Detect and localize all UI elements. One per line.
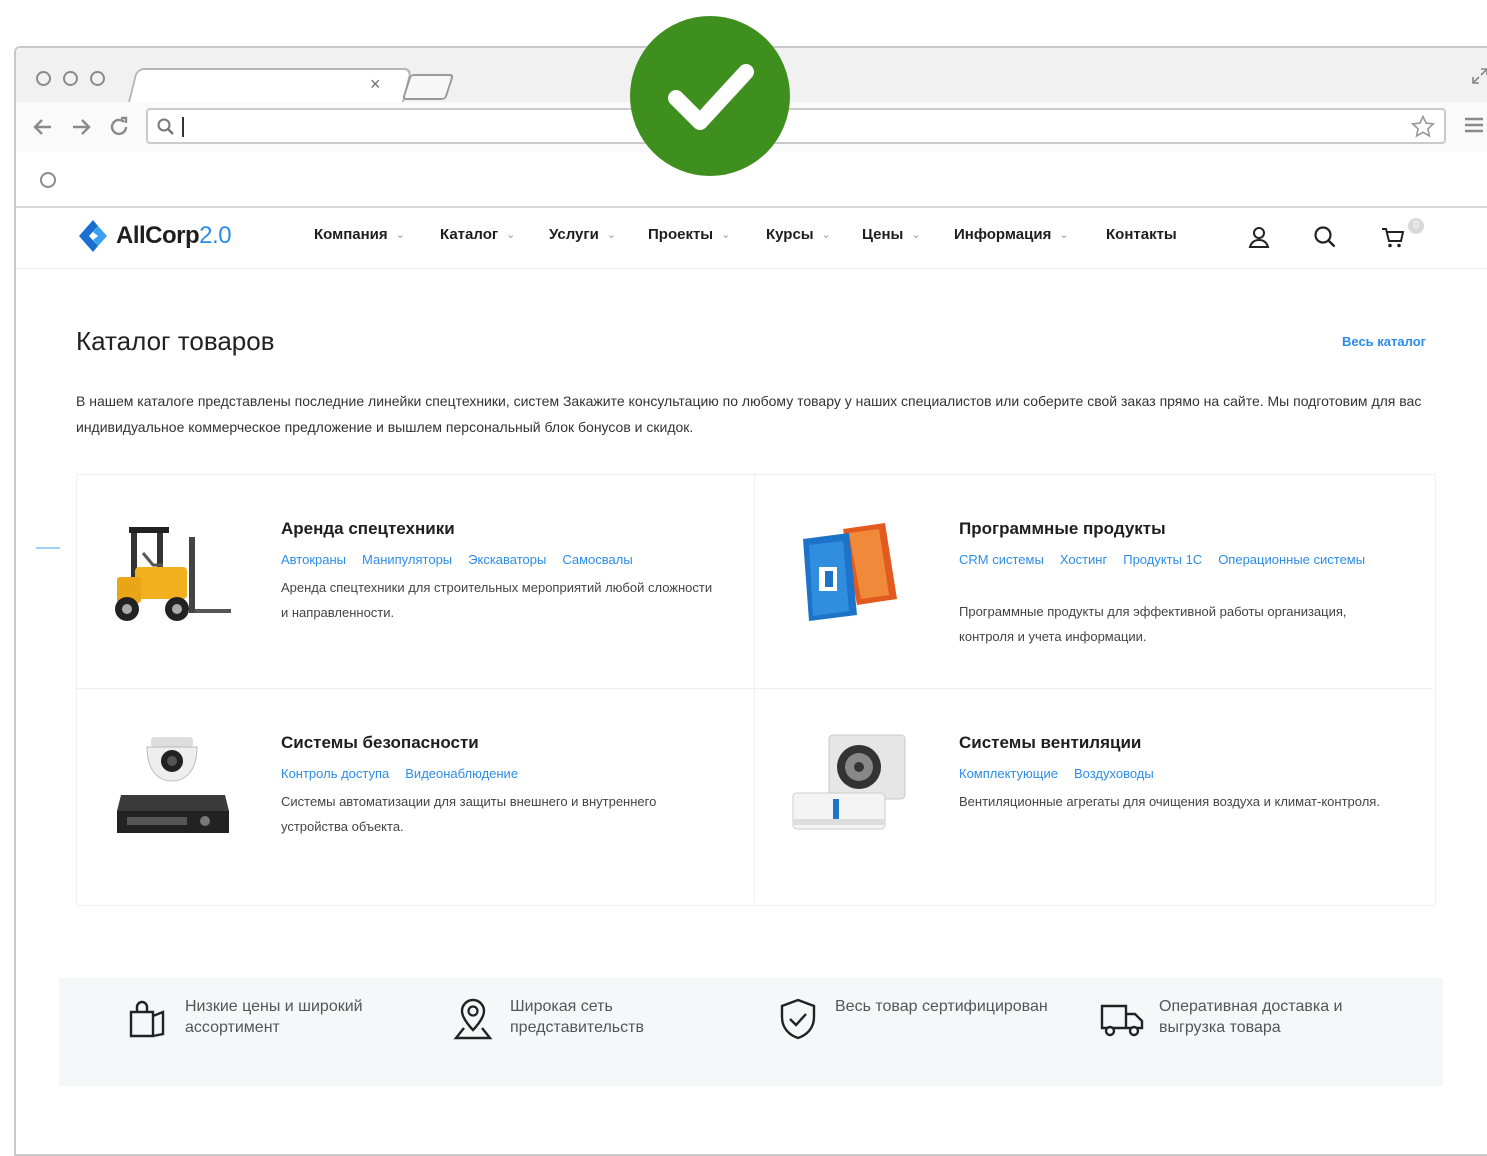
page-title: Каталог товаров <box>76 326 275 356</box>
chevron-down-icon: ⌄ <box>395 229 405 241</box>
bookmark-star-icon[interactable] <box>1410 114 1436 140</box>
category-title: Системы безопасности <box>281 733 479 752</box>
category-card-software[interactable]: Программные продукты CRM системы Хостинг П… <box>755 475 1433 689</box>
nav-label: Контакты <box>1106 226 1177 243</box>
user-icon[interactable] <box>1246 224 1272 250</box>
nav-label: Услуги <box>549 226 599 243</box>
benefit-text: Низкие цены и широкий ассортимент <box>185 998 363 1036</box>
category-card-ventilation[interactable]: Системы вентиляции Комплектующие Воздухов… <box>755 689 1433 903</box>
nav-label: Каталог <box>440 226 499 243</box>
nav-label: Информация <box>954 226 1052 243</box>
nav-item-information[interactable]: Информация ⌄ <box>954 226 1069 243</box>
nav-item-courses[interactable]: Курсы ⌄ <box>766 226 831 243</box>
category-link[interactable]: Комплектующие <box>959 766 1058 781</box>
cart-icon[interactable] <box>1380 224 1406 250</box>
category-description: Вентиляционные агрегаты для очищения воз… <box>959 794 1380 809</box>
benefit-text: Оперативная доставка и выгрузка товара <box>1159 998 1343 1036</box>
reload-icon[interactable] <box>106 114 132 140</box>
page-loading-icon <box>40 172 56 188</box>
nav-item-services[interactable]: Услуги ⌄ <box>549 226 616 243</box>
nav-item-company[interactable]: Компания ⌄ <box>314 226 405 243</box>
category-card-rental[interactable]: Аренда спецтехники Автокраны Манипуляторы… <box>77 475 755 689</box>
site-header: AllCorp2.0 Компания ⌄ Каталог ⌄ Услуги ⌄ Пр… <box>16 206 1487 269</box>
browser-menu-icon[interactable] <box>1462 114 1486 136</box>
category-link[interactable]: Видеонаблюдение <box>405 766 518 781</box>
category-link[interactable]: Продукты 1С <box>1123 552 1202 567</box>
window-maximize-dot[interactable] <box>90 71 105 86</box>
category-link[interactable]: Манипуляторы <box>362 552 452 567</box>
category-title: Системы вентиляции <box>959 733 1142 752</box>
search-icon <box>157 118 174 135</box>
category-link[interactable]: CRM системы <box>959 552 1044 567</box>
all-catalog-link[interactable]: Весь каталог <box>1342 334 1426 349</box>
success-check-icon <box>630 16 790 176</box>
category-link[interactable]: Хостинг <box>1060 552 1107 567</box>
camera-dvr-image <box>117 737 229 833</box>
category-card-security[interactable]: Системы безопасности Контроль доступа Вид… <box>77 689 755 903</box>
benefit-text: Широкая сеть представительств <box>510 998 644 1036</box>
nav-label: Проекты <box>648 226 714 243</box>
new-tab-button[interactable] <box>401 74 455 100</box>
forward-icon[interactable] <box>68 114 94 140</box>
category-link[interactable]: Операционные системы <box>1218 552 1365 567</box>
category-description: Системы автоматизации для защиты внешнег… <box>281 794 657 834</box>
category-links: Автокраны Манипуляторы Экскаваторы Самосвал… <box>281 547 721 572</box>
forklift-image <box>115 527 231 621</box>
fullscreen-icon[interactable] <box>1470 66 1487 86</box>
chevron-down-icon: ⌄ <box>721 229 731 241</box>
category-link[interactable]: Экскаваторы <box>468 552 546 567</box>
category-title: Аренда спецтехники <box>281 519 455 538</box>
category-links: Комплектующие Воздуховоды <box>959 761 1399 786</box>
chevron-down-icon: ⌄ <box>606 229 617 241</box>
cart-count-badge: 0 <box>1408 218 1424 234</box>
category-grid: Аренда спецтехники Автокраны Манипуляторы… <box>76 474 1436 906</box>
window-minimize-dot[interactable] <box>63 71 78 86</box>
category-title: Программные продукты <box>959 519 1166 538</box>
location-pin-icon <box>453 998 493 1040</box>
side-marker <box>36 547 60 549</box>
nav-label: Курсы <box>766 226 814 243</box>
catalog-intro: В нашем каталоге представлены последние … <box>76 393 1422 435</box>
logo-name: AllCorp <box>116 222 200 249</box>
logo-text: AllCorp2.0 <box>116 222 232 250</box>
truck-icon <box>1100 1004 1144 1037</box>
logo-icon <box>79 220 107 252</box>
category-link[interactable]: Воздуховоды <box>1074 766 1154 781</box>
nav-item-contacts[interactable]: Контакты <box>1106 226 1177 243</box>
shield-check-icon <box>780 998 816 1040</box>
category-links: CRM системы Хостинг Продукты 1С Операционны… <box>959 547 1365 572</box>
tab-close-icon[interactable]: × <box>370 74 381 95</box>
logo[interactable]: AllCorp2.0 <box>76 218 232 254</box>
address-bar[interactable] <box>146 108 1446 144</box>
nav-item-catalog[interactable]: Каталог ⌄ <box>440 226 515 243</box>
benefits-bar: Низкие цены и широкий ассортимент Широка… <box>59 978 1443 1086</box>
chevron-down-icon: ⌄ <box>1059 229 1069 241</box>
nav-item-prices[interactable]: Цены ⌄ <box>862 226 921 243</box>
category-link[interactable]: Самосвалы <box>562 552 632 567</box>
office-box-image <box>803 523 897 621</box>
chevron-down-icon: ⌄ <box>911 229 921 241</box>
category-link[interactable]: Контроль доступа <box>281 766 389 781</box>
chevron-down-icon: ⌄ <box>821 229 831 241</box>
air-conditioner-image <box>792 734 906 830</box>
benefit-text: Весь товар сертифицирован <box>835 998 1048 1015</box>
logo-version: 2.0 <box>199 222 232 249</box>
chevron-down-icon: ⌄ <box>506 229 516 241</box>
category-description: Программные продукты для эффективной раб… <box>959 604 1347 644</box>
category-link[interactable]: Автокраны <box>281 552 346 567</box>
nav-label: Цены <box>862 226 904 243</box>
nav-item-projects[interactable]: Проекты ⌄ <box>648 226 730 243</box>
category-description: Аренда спецтехники для строительных меро… <box>281 580 713 620</box>
back-icon[interactable] <box>30 114 56 140</box>
nav-label: Компания <box>314 226 388 243</box>
category-links: Контроль доступа Видеонаблюдение <box>281 761 721 786</box>
search-icon[interactable] <box>1312 224 1338 250</box>
window-close-dot[interactable] <box>36 71 51 86</box>
shopping-bag-icon <box>129 1000 165 1038</box>
